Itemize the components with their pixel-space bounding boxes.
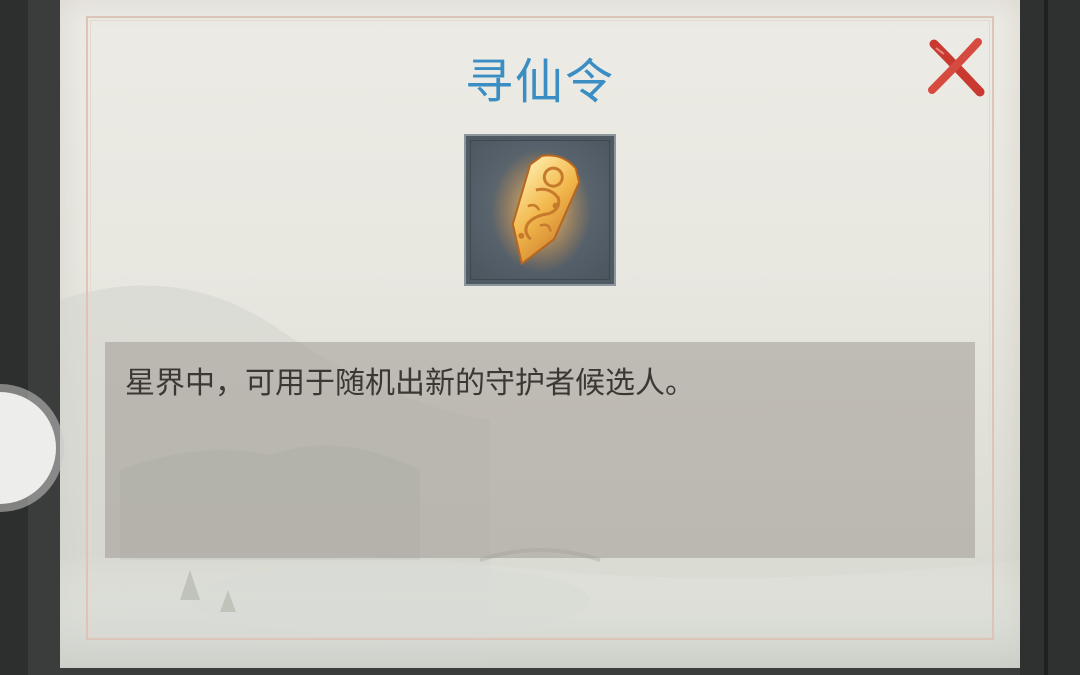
golden-jade-token-icon [491,149,591,273]
screen-right-edge [1020,0,1080,675]
item-description: 星界中，可用于随机出新的守护者候选人。 [125,366,695,401]
item-icon-frame [464,134,616,286]
item-title: 寻仙令 [464,54,615,110]
description-box: 星界中，可用于随机出新的守护者候选人。 [105,342,975,558]
screen-left-edge [0,0,28,675]
edge-stripe [1044,0,1048,675]
close-x-icon [928,38,985,97]
floating-assistive-button[interactable] [0,368,66,528]
close-button[interactable] [922,34,992,100]
item-info-dialog: 寻仙令 星界中，可用于随机出新的守护者候选人。 [60,0,1020,668]
item-icon-background [470,140,610,280]
